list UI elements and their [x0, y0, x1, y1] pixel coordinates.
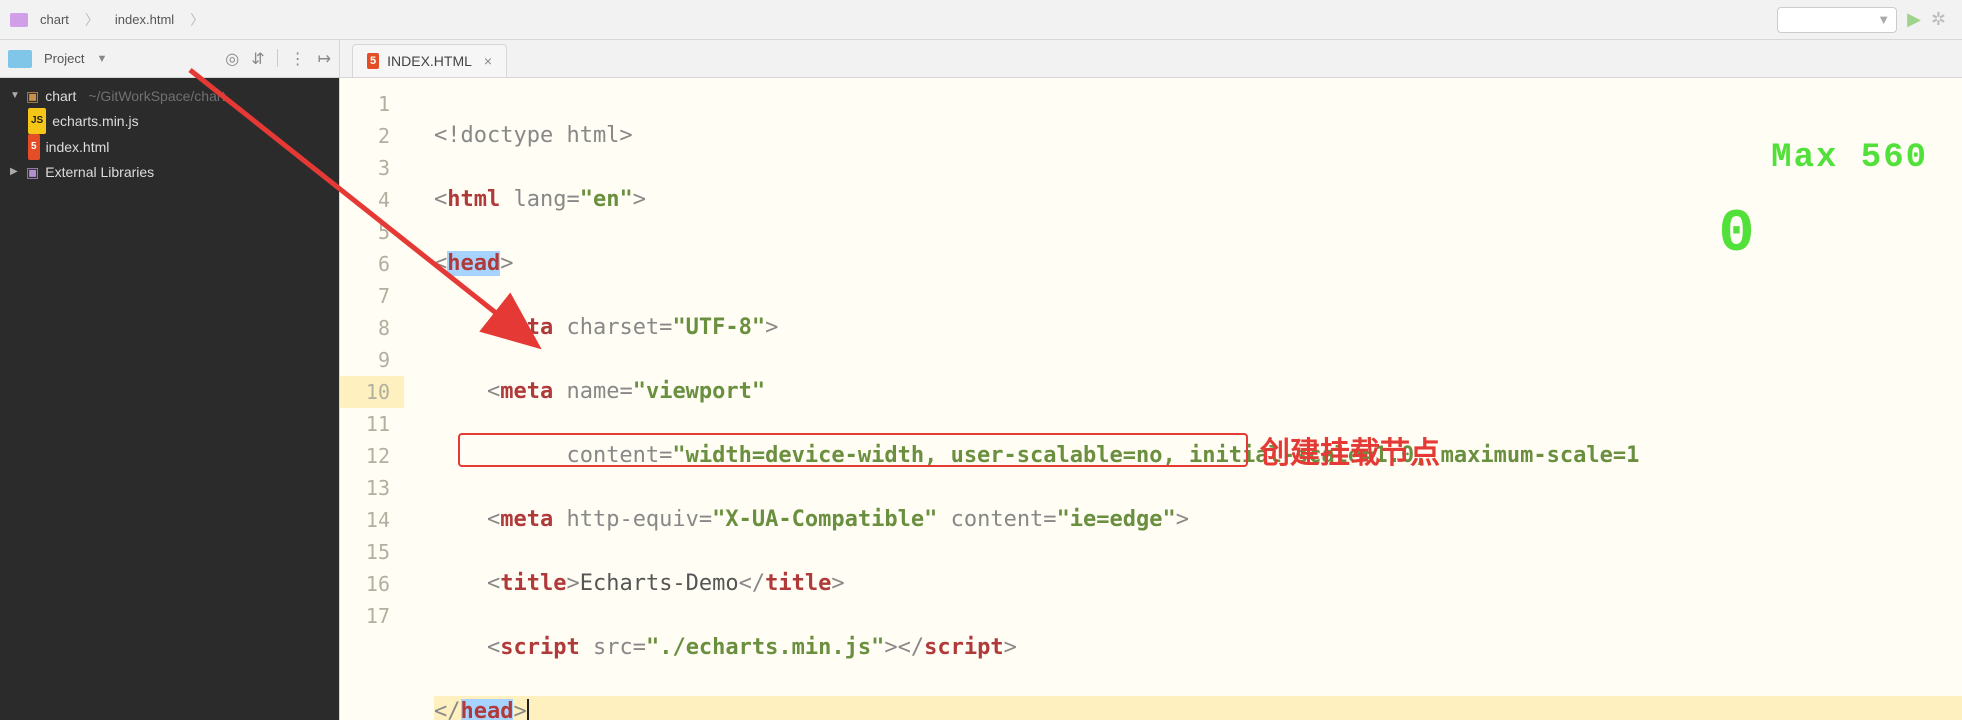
project-icon	[8, 50, 32, 68]
line-number-current: 10	[340, 376, 404, 408]
line-number: 12	[366, 444, 390, 468]
line-number: 3	[378, 156, 390, 180]
breadcrumb-file[interactable]: index.html	[109, 10, 180, 29]
line-number: 5	[378, 220, 390, 244]
js-file-icon: JS	[28, 108, 46, 134]
chevron-right-icon: 〉	[81, 10, 103, 30]
line-number: 16	[366, 572, 390, 596]
debug-button[interactable]: ✲	[1931, 9, 1946, 30]
settings-icon[interactable]: ⋮	[290, 49, 306, 69]
annotation-max-value: 0	[1547, 210, 1928, 260]
sidebar-toolbar: Project ▼ ◎ ⇵ ⋮ ↦	[0, 40, 339, 78]
html-file-icon: 5	[367, 53, 379, 69]
hide-panel-icon[interactable]: ↦	[318, 49, 331, 69]
folder-icon: ▣	[26, 84, 39, 108]
tree-root-path: ~/GitWorkSpace/chart	[88, 84, 225, 108]
tree-file-js[interactable]: JS echarts.min.js	[0, 108, 339, 134]
locate-icon[interactable]: ◎	[225, 49, 239, 69]
expand-icon[interactable]: ▼	[10, 84, 20, 108]
breadcrumb-root[interactable]: chart	[34, 10, 75, 29]
chevron-down-icon: ▼	[1877, 12, 1890, 27]
external-libs-label: External Libraries	[45, 160, 154, 184]
run-config-dropdown[interactable]: ▼	[1777, 7, 1897, 33]
run-button[interactable]: ▶	[1907, 9, 1921, 30]
library-icon: ▣	[26, 160, 39, 184]
project-sidebar: Project ▼ ◎ ⇵ ⋮ ↦ ▼ ▣ chart ~/GitWorkSpa…	[0, 40, 340, 720]
line-gutter: 1 2 3 4 5 6 7 8 9 10 11 12 13 14 15 16 1…	[340, 78, 404, 720]
tree-file-name: index.html	[46, 135, 110, 159]
line-number: 1	[378, 92, 390, 116]
project-folder-icon	[10, 13, 28, 27]
breadcrumb: chart 〉 index.html 〉	[10, 10, 208, 30]
code-editor[interactable]: 1 2 3 4 5 6 7 8 9 10 11 12 13 14 15 16 1…	[340, 78, 1962, 720]
collapse-all-icon[interactable]: ⇵	[251, 49, 264, 69]
breadcrumb-bar: chart 〉 index.html 〉 ▼ ▶ ✲	[0, 0, 1962, 40]
line-number: 14	[366, 508, 390, 532]
line-number: 6	[378, 252, 390, 276]
code-body[interactable]: <!doctype html> <html lang="en"> <head> …	[404, 78, 1962, 720]
tree-root-name: chart	[45, 84, 76, 108]
annotation-max-counter: Max 560 0	[1547, 110, 1928, 324]
chevron-down-icon[interactable]: ▼	[96, 53, 107, 65]
expand-icon[interactable]: ▶	[10, 160, 20, 184]
line-number: 4	[378, 188, 390, 212]
line-number: 13	[366, 476, 390, 500]
tree-file-html[interactable]: 5 index.html	[0, 134, 339, 160]
editor-tabbar: 5 INDEX.HTML ×	[340, 40, 1962, 78]
project-tree: ▼ ▣ chart ~/GitWorkSpace/chart JS echart…	[0, 78, 339, 720]
line-number: 11	[366, 412, 390, 436]
tree-file-name: echarts.min.js	[52, 109, 138, 133]
editor-area: 5 INDEX.HTML × 1 2 3 4 5 6 7 8 9 10 11 1…	[340, 40, 1962, 720]
line-number: 8	[378, 316, 390, 340]
editor-tab-title: INDEX.HTML	[387, 53, 472, 69]
line-number: 9	[378, 348, 390, 372]
close-icon[interactable]: ×	[484, 53, 492, 69]
code-text: <!doctype html>	[434, 123, 633, 148]
line-number: 7	[378, 284, 390, 308]
tree-external-libs[interactable]: ▶ ▣ External Libraries	[0, 160, 339, 184]
project-label[interactable]: Project	[44, 51, 84, 66]
line-number: 2	[378, 124, 390, 148]
line-number: 15	[366, 540, 390, 564]
text-caret	[527, 699, 529, 720]
editor-tab[interactable]: 5 INDEX.HTML ×	[352, 44, 507, 77]
html-file-icon: 5	[28, 134, 40, 160]
tree-root[interactable]: ▼ ▣ chart ~/GitWorkSpace/chart	[0, 84, 339, 108]
annotation-max-label: Max 560	[1771, 139, 1928, 177]
line-number: 17	[366, 604, 390, 628]
separator	[277, 49, 278, 67]
chevron-right-icon: 〉	[186, 10, 208, 30]
